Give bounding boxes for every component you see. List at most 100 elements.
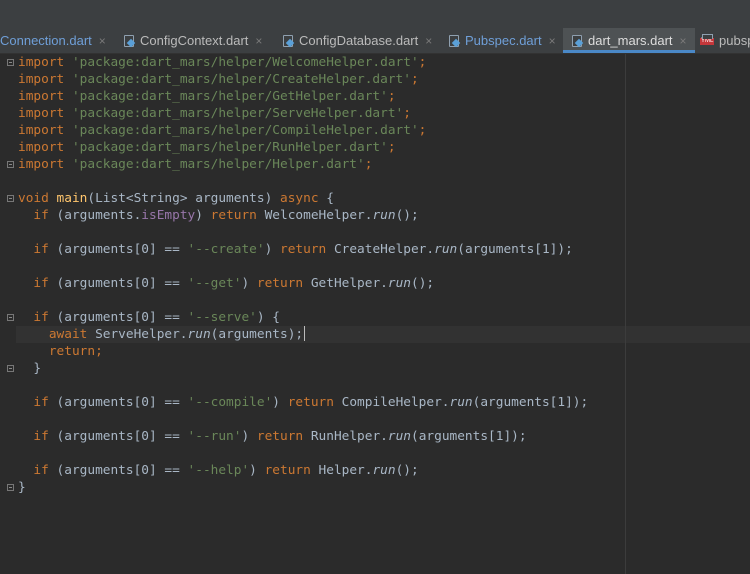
helper-ref: WelcomeHelper. [256,208,373,223]
helper-ref: CreateHelper. [326,242,435,257]
punct: ; [95,344,103,359]
punct: ; [418,123,427,138]
string: 'package:dart_mars/helper/Helper.dart' [71,157,365,172]
code-line: import 'package:dart_mars/helper/Welcome… [18,54,588,71]
punct: ; [403,106,411,121]
tab-pubspec-yaml[interactable]: pubsp [700,28,750,53]
punct: ; [418,55,427,70]
fold-marker-icon[interactable] [7,314,14,321]
string: '--create' [187,242,265,257]
tab-pubspec-dart[interactable]: Pubspec.dart × [448,28,556,53]
keyword: return [280,242,327,257]
title-strip [0,0,750,28]
keyword: import [18,140,65,155]
code-line: void main(List<String> arguments) async … [18,190,588,207]
keyword: import [18,123,65,138]
condition-close: ) [241,429,257,444]
helper-ref: CompileHelper. [333,395,450,410]
string: '--get' [187,276,242,291]
tab-configcontext-dart[interactable]: ConfigContext.dart × [123,28,262,53]
tab-configdatabase-dart[interactable]: ConfigDatabase.dart × [282,28,432,53]
tab-dart-mars-dart[interactable]: dart_mars.dart × [563,28,695,53]
method-call: run [387,429,411,444]
keyword: if [33,429,49,444]
code-content[interactable]: import 'package:dart_mars/helper/Welcome… [18,54,588,496]
condition: (arguments[0] == [48,395,188,410]
close-icon[interactable]: × [549,34,556,48]
code-line: } [18,479,588,496]
fold-marker-icon[interactable] [7,195,14,202]
condition: (arguments[0] == [48,276,188,291]
code-line: } [18,360,588,377]
fold-marker-icon[interactable] [7,365,14,372]
method-call: run [372,463,396,478]
keyword: import [18,106,65,121]
code-line: import 'package:dart_mars/helper/GetHelp… [18,88,588,105]
yml-file-icon [700,33,715,48]
dart-file-icon [571,34,583,48]
editor-tab-bar: Connection.dart × ConfigContext.dart × C… [0,28,750,54]
keyword: return [256,276,304,291]
method-call: run [372,208,396,223]
method-call: run [187,327,211,342]
keyword: async [280,191,319,206]
condition-close: ) [249,463,265,478]
call-args: (arguments[1]); [457,242,573,257]
string: 'package:dart_mars/helper/RunHelper.dart… [71,140,388,155]
code-line: if (arguments[0] == '--help') return Hel… [18,462,588,479]
dart-file-icon [123,34,135,48]
condition: (arguments[0] == [48,429,188,444]
string: 'package:dart_mars/helper/CompileHelper.… [71,123,419,138]
punct: ; [364,157,373,172]
helper-ref: Helper. [310,463,373,478]
condition-close: ) [272,395,288,410]
call-args: (); [395,208,419,223]
helper-ref: RunHelper. [303,429,388,444]
close-icon[interactable]: × [680,34,687,48]
code-line: if (arguments[0] == '--create') return C… [18,241,588,258]
keyword: return [210,208,257,223]
close-icon[interactable]: × [99,34,106,48]
tab-label: ConfigContext.dart [140,33,249,48]
keyword: return [48,344,96,359]
fold-marker-icon[interactable] [7,484,14,491]
keyword: if [33,208,49,223]
keyword: await [48,327,88,342]
code-line: import 'package:dart_mars/helper/Helper.… [18,156,588,173]
string: '--compile' [187,395,273,410]
string: '--help' [187,463,250,478]
property: isEmpty [141,208,196,223]
code-editor[interactable]: import 'package:dart_mars/helper/Welcome… [0,54,750,574]
condition: (arguments[0] == [48,463,188,478]
string: 'package:dart_mars/helper/WelcomeHelper.… [71,55,419,70]
fold-marker-icon[interactable] [7,161,14,168]
fold-marker-icon[interactable] [7,59,14,66]
punct: ; [387,140,396,155]
code-line: if (arguments[0] == '--compile') return … [18,394,588,411]
text-cursor [304,326,306,341]
keyword: if [33,276,49,291]
code-line: import 'package:dart_mars/helper/ServeHe… [18,105,588,122]
keyword: import [18,157,65,172]
close-icon[interactable]: × [425,34,432,48]
brace: } [18,480,26,495]
string: 'package:dart_mars/helper/GetHelper.dart… [71,89,388,104]
brace: { [318,191,334,206]
call-args: (); [395,463,419,478]
string: '--run' [187,429,242,444]
tab-connection-dart[interactable]: Connection.dart × [0,28,106,53]
string: '--serve' [187,310,257,325]
condition-close: ) [241,276,257,291]
code-line: return; [18,343,588,360]
keyword: return [287,395,334,410]
close-icon[interactable]: × [255,34,262,48]
code-line-current: await ServeHelper.run(arguments); [18,326,588,343]
call-args: (arguments[1]); [472,395,589,410]
condition: (arguments. [48,208,142,223]
